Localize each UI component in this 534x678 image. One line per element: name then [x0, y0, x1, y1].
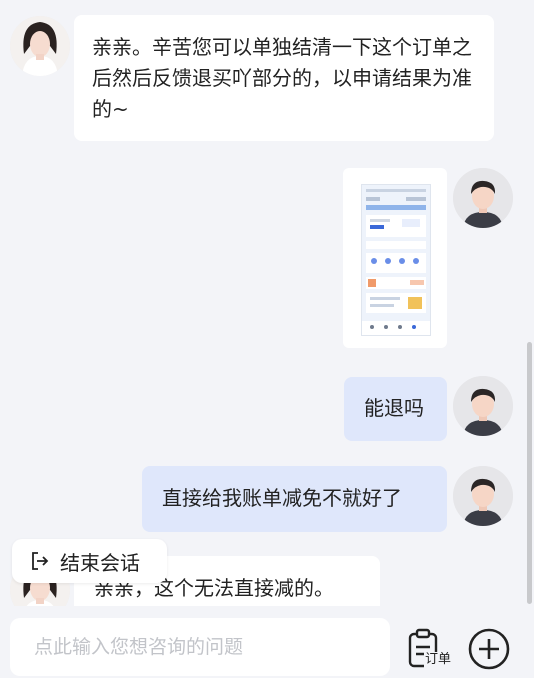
- more-button[interactable]: [467, 627, 511, 671]
- logout-icon: [32, 552, 49, 570]
- message-input-box[interactable]: [10, 618, 390, 676]
- user-message: 直接给我账单减免不就好了: [142, 466, 447, 532]
- agent-avatar: [10, 16, 70, 76]
- order-label: 订单: [424, 652, 453, 668]
- end-session-button[interactable]: 结束会话: [12, 539, 167, 583]
- message-text: 亲亲。辛苦您可以单独结清一下这个订单之后然后反馈退买吖部分的，以申请结果为准的~: [92, 35, 472, 121]
- message-text: 直接给我账单减免不就好了: [162, 486, 402, 510]
- order-button[interactable]: 订单: [405, 626, 455, 672]
- scrollbar[interactable]: [527, 342, 532, 604]
- message-text: 能退吗: [364, 396, 424, 420]
- user-avatar: [453, 466, 513, 526]
- image-message[interactable]: [343, 168, 447, 348]
- user-message: 能退吗: [344, 377, 447, 441]
- screenshot-thumbnail: [361, 184, 431, 336]
- user-avatar: [453, 168, 513, 228]
- plus-circle-icon: [468, 628, 510, 670]
- agent-message: 亲亲。辛苦您可以单独结清一下这个订单之后然后反馈退买吖部分的，以申请结果为准的~: [74, 15, 494, 141]
- message-input[interactable]: [32, 635, 376, 659]
- chat-area[interactable]: 亲亲。辛苦您可以单独结清一下这个订单之后然后反馈退买吖部分的，以申请结果为准的~: [0, 0, 534, 606]
- user-avatar: [453, 376, 513, 436]
- end-session-label: 结束会话: [60, 550, 140, 575]
